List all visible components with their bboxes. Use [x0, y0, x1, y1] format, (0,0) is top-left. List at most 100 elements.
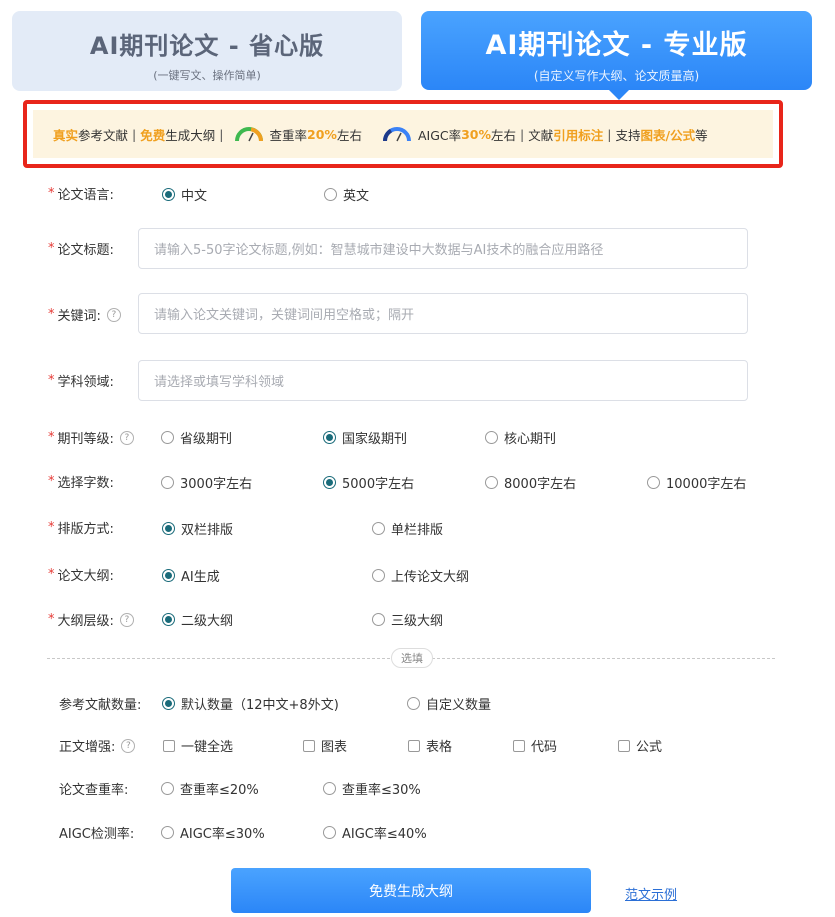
banner-aigc-prefix: AIGC率 [417, 127, 462, 143]
plagiarism-30[interactable]: 查重率≤30% [323, 779, 421, 798]
help-icon[interactable]: ? [106, 307, 121, 322]
tab-pro-title: AI期刊论文 - 专业版 [485, 30, 748, 61]
radio-selected[interactable] [162, 697, 175, 710]
help-icon[interactable]: ? [119, 612, 134, 627]
tab-basic-edition[interactable]: AI期刊论文 - 省心版 (一键写文、操作简单) [12, 11, 402, 91]
radio[interactable] [407, 697, 420, 710]
banner-plagiarism-value: 20% [307, 126, 337, 142]
enhance-charts[interactable]: 图表 [303, 736, 347, 755]
radio-selected[interactable] [162, 522, 175, 535]
enhance-formula[interactable]: 公式 [618, 736, 662, 755]
checkbox[interactable] [618, 739, 630, 752]
banner-support-prefix: 支持 [615, 127, 641, 143]
banner-plagiarism-prefix: 查重率 [269, 127, 308, 143]
enhance-label: 正文增强: ? [59, 736, 136, 755]
checkbox[interactable] [408, 739, 420, 752]
journal-level-core[interactable]: 核心期刊 [485, 428, 556, 447]
generate-outline-button[interactable]: 免费生成大纲 [231, 868, 591, 913]
references-custom[interactable]: 自定义数量 [407, 694, 491, 713]
banner-citation-highlight: 引用标注 [553, 127, 604, 143]
aigc-30[interactable]: AIGC率≤30% [161, 823, 265, 842]
banner-separator: | [132, 126, 137, 142]
tab-basic-title: AI期刊论文 - 省心版 [89, 32, 325, 60]
banner-real-highlight: 真实 [53, 127, 79, 143]
radio[interactable] [372, 522, 385, 535]
word-count-10000[interactable]: 10000字左右 [647, 473, 746, 492]
banner-separator: | [219, 126, 224, 142]
layout-double-column[interactable]: 双栏排版 [162, 519, 233, 538]
outline-level-three[interactable]: 三级大纲 [372, 610, 443, 629]
references-default[interactable]: 默认数量（12中文+8外文) [162, 694, 339, 713]
radio[interactable] [161, 476, 174, 489]
help-icon[interactable]: ? [119, 430, 134, 445]
banner-free-highlight: 免费 [140, 127, 166, 143]
radio[interactable] [161, 782, 174, 795]
radio[interactable] [323, 782, 336, 795]
enhance-select-all[interactable]: 一键全选 [163, 736, 233, 755]
radio[interactable] [324, 188, 337, 201]
title-label: * 论文标题: [48, 241, 114, 258]
layout-single-column[interactable]: 单栏排版 [372, 519, 443, 538]
banner-separator: | [520, 126, 525, 142]
journal-level-label: * 期刊等级: ? [48, 428, 134, 447]
word-count-5000[interactable]: 5000字左右 [323, 473, 414, 492]
banner-aigc-suffix: 左右 [491, 127, 517, 143]
language-label: * 论文语言: [48, 186, 114, 203]
checkbox[interactable] [163, 739, 175, 752]
radio[interactable] [323, 826, 336, 839]
help-icon[interactable]: ? [121, 738, 136, 753]
tab-pro-subtitle: (自定义写作大纲、论文质量高) [533, 69, 700, 83]
layout-label: * 排版方式: [48, 520, 114, 537]
aigc-label: AIGC检测率: [59, 827, 135, 842]
radio-selected[interactable] [162, 569, 175, 582]
checkbox[interactable] [513, 739, 525, 752]
radio[interactable] [647, 476, 660, 489]
tab-pro-edition[interactable]: AI期刊论文 - 专业版 (自定义写作大纲、论文质量高) [421, 11, 812, 100]
banner-plagiarism-suffix: 左右 [336, 127, 362, 143]
banner-support-suffix: 等 [695, 127, 708, 143]
field-input[interactable]: 请选择或填写学科领域 [138, 360, 748, 401]
banner-aigc-value: 30% [461, 126, 492, 142]
outline-level-label: * 大纲层级: ? [48, 610, 134, 629]
plagiarism-20[interactable]: 查重率≤20% [161, 779, 259, 798]
keywords-label: * 关键词: ? [48, 305, 121, 324]
field-label: * 学科领域: [48, 373, 114, 390]
radio-selected[interactable] [323, 476, 336, 489]
feature-banner: 真实 参考文献 | 免费 生成大纲 | 查重率 20% 左右 AIGC率 30% 左右 |… [23, 100, 783, 168]
radio-selected[interactable] [323, 431, 336, 444]
radio[interactable] [372, 569, 385, 582]
enhance-code[interactable]: 代码 [513, 736, 557, 755]
aigc-40[interactable]: AIGC率≤40% [323, 823, 427, 842]
checkbox[interactable] [303, 739, 315, 752]
enhance-tables[interactable]: 表格 [408, 736, 452, 755]
banner-outline-text: 生成大纲 [165, 127, 216, 143]
language-option-chinese[interactable]: 中文 [162, 185, 207, 204]
optional-divider-label: 选填 [391, 648, 433, 668]
plagiarism-label: 论文查重率: [59, 783, 129, 798]
radio-selected[interactable] [162, 188, 175, 201]
aigc-gauge-icon [382, 127, 411, 142]
radio-selected[interactable] [162, 613, 175, 626]
language-option-english[interactable]: 英文 [324, 185, 369, 204]
feature-banner-content: 真实 参考文献 | 免费 生成大纲 | 查重率 20% 左右 AIGC率 30% 左右 |… [33, 110, 773, 158]
banner-charts-formula-highlight: 图表/公式 [640, 127, 696, 143]
keywords-input[interactable]: 请输入论文关键词，关键词间用空格或；隔开 [138, 293, 748, 334]
outline-level-two[interactable]: 二级大纲 [162, 610, 233, 629]
radio[interactable] [485, 476, 498, 489]
radio[interactable] [485, 431, 498, 444]
radio[interactable] [161, 826, 174, 839]
outline-ai-generate[interactable]: AI生成 [162, 566, 220, 585]
banner-citation-prefix: 文献 [528, 127, 554, 143]
radio[interactable] [161, 431, 174, 444]
sample-paper-link[interactable]: 范文示例 [625, 884, 677, 903]
journal-level-provincial[interactable]: 省级期刊 [161, 428, 232, 447]
word-count-8000[interactable]: 8000字左右 [485, 473, 576, 492]
outline-upload[interactable]: 上传论文大纲 [372, 566, 469, 585]
radio[interactable] [372, 613, 385, 626]
outline-label: * 论文大纲: [48, 567, 114, 584]
tab-basic-subtitle: (一键写文、操作简单) [153, 69, 261, 82]
word-count-3000[interactable]: 3000字左右 [161, 473, 252, 492]
banner-references-text: 参考文献 [78, 127, 129, 143]
journal-level-national[interactable]: 国家级期刊 [323, 428, 407, 447]
title-input[interactable]: 请输入5-50字论文标题,例如：智慧城市建设中大数据与AI技术的融合应用路径 [138, 228, 748, 269]
